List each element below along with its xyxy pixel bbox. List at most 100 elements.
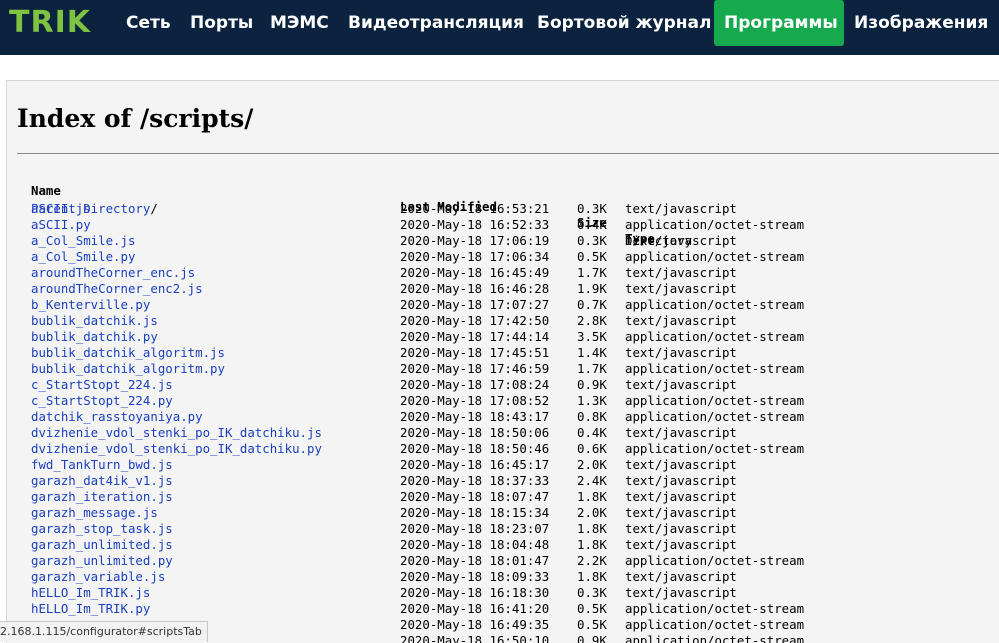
listing-header: Name Last Modified Size Type — [31, 167, 655, 246]
file-size: 1.8K — [577, 489, 607, 504]
file-modified: 2020-May-18 17:06:34 — [400, 249, 550, 264]
file-type: text/javascript — [625, 313, 737, 328]
file-modified: 2020-May-18 18:50:46 — [400, 441, 550, 456]
file-size: 1.9K — [577, 281, 607, 296]
file-link[interactable]: fwd_TankTurn_bwd.js — [31, 457, 173, 473]
file-size: 0.5K — [577, 601, 607, 616]
file-modified: 2020-May-18 16:18:30 — [400, 585, 550, 600]
file-link[interactable]: a_Col_Smile.py — [31, 249, 135, 265]
file-size: 1.8K — [577, 537, 607, 552]
trik-logo[interactable]: TRIK — [9, 6, 91, 40]
file-size: 0.3K — [577, 201, 607, 216]
file-size: 0.4K — [577, 217, 607, 232]
file-size: 1.7K — [577, 361, 607, 376]
file-row: garazh_message.js 2020-May-18 18:15:34 2.0… — [31, 505, 737, 521]
file-type: text/javascript — [625, 345, 737, 360]
file-modified: 2020-May-18 16:45:17 — [400, 457, 550, 472]
file-link[interactable]: aSCII.js — [31, 201, 91, 217]
file-type: text/javascript — [625, 585, 737, 600]
file-link[interactable]: dvizhenie_vdol_stenki_po_IK_datchiku.py — [31, 441, 322, 457]
file-size: 0.4K — [577, 425, 607, 440]
parent-directory-row: Parent Directory/ - Directory — [31, 185, 692, 248]
file-type: text/javascript — [625, 425, 737, 440]
file-row: dvizhenie_vdol_stenki_po_IK_datchiku.js 2… — [31, 425, 737, 441]
file-size: 1.3K — [577, 393, 607, 408]
file-type: application/octet-stream — [625, 297, 805, 312]
file-link[interactable]: garazh_stop_task.js — [31, 521, 173, 537]
file-size: 3.5K — [577, 329, 607, 344]
file-link[interactable]: datchik_rasstoyaniya.py — [31, 409, 203, 425]
file-row: garazh_dat4ik_v1.js 2020-May-18 18:37:33 2… — [31, 473, 737, 489]
page-title: Index of /scripts/ — [17, 104, 254, 133]
nav-item-network[interactable]: Сеть — [116, 0, 181, 46]
file-type: text/javascript — [625, 201, 737, 216]
file-row: aroundTheCorner_enc2.js 2020-May-18 16:46… — [31, 281, 737, 297]
file-row: c_StartStopt_224.js 2020-May-18 17:08:24 0… — [31, 377, 737, 393]
file-link[interactable]: c_StartStopt_224.py — [31, 393, 173, 409]
file-row: aroundTheCorner_enc.js 2020-May-18 16:45:… — [31, 265, 737, 281]
file-link[interactable]: garazh_iteration.js — [31, 489, 173, 505]
file-row: garazh_variable.js 2020-May-18 18:09:33 1.… — [31, 569, 737, 585]
file-size: 2.0K — [577, 457, 607, 472]
file-size: 0.6K — [577, 441, 607, 456]
file-row: aSCII.js 2020-May-18 16:53:21 0.3K text/jav… — [31, 201, 737, 217]
file-modified: 2020-May-18 17:06:19 — [400, 233, 550, 248]
file-row: garazh_iteration.js 2020-May-18 18:07:47 1… — [31, 489, 737, 505]
file-row: garazh_unlimited.js 2020-May-18 18:04:48 1… — [31, 537, 737, 553]
file-type: text/javascript — [625, 265, 737, 280]
file-listing: Name Last Modified Size Type Parent Dire… — [31, 167, 804, 643]
scripts-index-frame: Index of /scripts/ Name Last Modified Si… — [6, 80, 999, 643]
file-link[interactable]: aroundTheCorner_enc.js — [31, 265, 195, 281]
nav-item-mems[interactable]: МЭМС — [260, 0, 339, 46]
file-link[interactable]: c_StartStopt_224.js — [31, 377, 173, 393]
file-modified: 2020-May-18 17:46:59 — [400, 361, 550, 376]
file-link[interactable]: hELLO_Im_TRIK.py — [31, 601, 150, 617]
file-link[interactable]: aSCII.py — [31, 217, 91, 233]
file-modified: 2020-May-18 18:50:06 — [400, 425, 550, 440]
file-type: text/javascript — [625, 569, 737, 584]
file-link[interactable]: bublik_datchik.py — [31, 329, 158, 345]
file-link[interactable]: hELLO_Im_TRIK.js — [31, 585, 150, 601]
file-size: 1.8K — [577, 569, 607, 584]
nav-item-onboard-log[interactable]: Бортовой журнал — [527, 0, 721, 46]
file-link[interactable]: garazh_unlimited.py — [31, 553, 173, 569]
file-rows: aSCII.js 2020-May-18 16:53:21 0.3K text/jav… — [31, 201, 804, 643]
top-navbar: TRIK Сеть Порты МЭМС Видеотрансляция Бор… — [0, 0, 999, 55]
file-size: 0.3K — [577, 585, 607, 600]
file-link[interactable]: aroundTheCorner_enc2.js — [31, 281, 203, 297]
file-type: text/javascript — [625, 489, 737, 504]
file-row: bublik_datchik.py 2020-May-18 17:44:14 3.5… — [31, 329, 804, 345]
file-modified: 2020-May-18 16:41:20 — [400, 601, 550, 616]
file-link[interactable]: garazh_unlimited.js — [31, 537, 173, 553]
file-modified: 2020-May-18 18:37:33 — [400, 473, 550, 488]
file-link[interactable]: b_Kenterville.py — [31, 297, 150, 313]
file-link[interactable]: garazh_dat4ik_v1.js — [31, 473, 173, 489]
file-modified: 2020-May-18 18:15:34 — [400, 505, 550, 520]
nav-item-video-stream[interactable]: Видеотрансляция — [338, 0, 534, 46]
file-modified: 2020-May-18 17:45:51 — [400, 345, 550, 360]
file-link[interactable]: garazh_message.js — [31, 505, 158, 521]
file-row: fwd_TankTurn_bwd.js 2020-May-18 16:45:17 2… — [31, 457, 737, 473]
file-size: 1.8K — [577, 521, 607, 536]
file-modified: 2020-May-18 16:49:35 — [400, 617, 550, 632]
file-link[interactable]: bublik_datchik.js — [31, 313, 158, 329]
file-modified: 2020-May-18 17:42:50 — [400, 313, 550, 328]
file-link[interactable]: a_Col_Smile.js — [31, 233, 135, 249]
file-link[interactable]: dvizhenie_vdol_stenki_po_IK_datchiku.js — [31, 425, 322, 441]
file-type: text/javascript — [625, 377, 737, 392]
file-link[interactable]: bublik_datchik_algoritm.py — [31, 361, 225, 377]
file-row: dvizhenie_vdol_stenki_po_IK_datchiku.py 2… — [31, 441, 804, 457]
file-size: 0.5K — [577, 617, 607, 632]
file-modified: 2020-May-18 16:52:33 — [400, 217, 550, 232]
nav-item-ports[interactable]: Порты — [180, 0, 263, 46]
file-modified: 2020-May-18 18:04:48 — [400, 537, 550, 552]
file-link[interactable]: bublik_datchik_algoritm.js — [31, 345, 225, 361]
file-type: application/octet-stream — [625, 617, 805, 632]
file-type: application/octet-stream — [625, 409, 805, 424]
file-link[interactable]: garazh_variable.js — [31, 569, 165, 585]
file-row: datchik_rasstoyaniya.py 2020-May-18 18:43… — [31, 409, 804, 425]
nav-item-programs[interactable]: Программы — [714, 0, 844, 46]
file-modified: 2020-May-18 17:07:27 — [400, 297, 550, 312]
file-size: 0.5K — [577, 249, 607, 264]
nav-item-images[interactable]: Изображения — [844, 0, 998, 46]
